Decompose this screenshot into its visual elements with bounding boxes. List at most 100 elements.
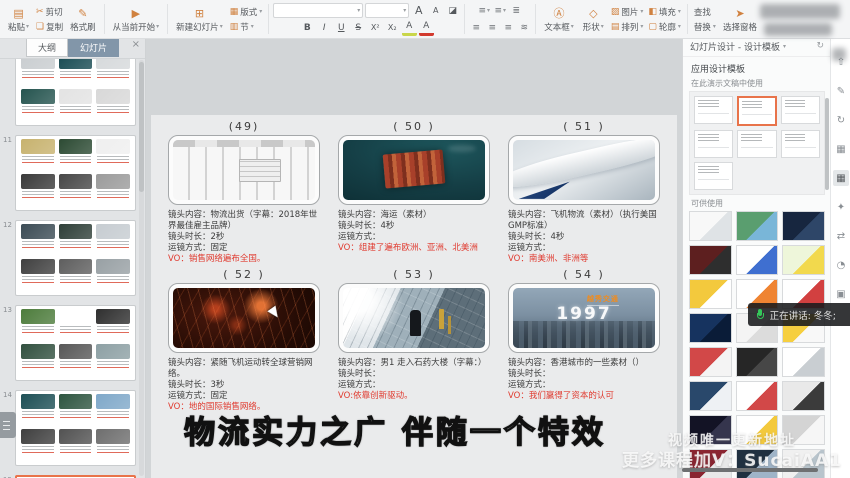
cell-content-line: 镜头内容：香港城市的一些素材（）: [508, 358, 660, 369]
template-thumbnail[interactable]: [689, 313, 732, 343]
cell-duration-line: 镜头时长：4秒: [338, 221, 490, 232]
slide-thumbnail-row: 12: [15, 220, 136, 296]
thumbnail-cell-image: [96, 224, 130, 239]
font-size-select[interactable]: ▾: [365, 3, 409, 18]
subscript-button[interactable]: X₂: [385, 21, 400, 34]
bold-button[interactable]: B: [300, 21, 315, 34]
picture-button[interactable]: ▨图片▾: [609, 5, 646, 18]
layout-button[interactable]: ▦版式▾: [228, 5, 265, 18]
textbox-button[interactable]: Ⓐ 文本框▾: [540, 6, 578, 33]
storyboard-cell[interactable]: ( 50 )镜头内容：海运（素材）镜头时长：4秒运镜方式：VO：组建了遍布欧洲、…: [329, 119, 499, 265]
template-thumbnail[interactable]: [782, 245, 825, 275]
template-thumbnail[interactable]: [689, 245, 732, 275]
slide-thumbnail[interactable]: [15, 220, 136, 296]
play-from-current-button[interactable]: ▶ 从当前开始▾: [109, 6, 164, 33]
thumbnail-cell: [59, 309, 93, 342]
template-thumbnail[interactable]: [782, 347, 825, 377]
thumbnail-cell-image: [96, 58, 130, 69]
chevron-down-icon[interactable]: ▾: [783, 43, 786, 50]
section-button[interactable]: ▥节▾: [228, 20, 265, 33]
panel-magic-icon[interactable]: ✦: [833, 199, 849, 215]
thumbnail-cell: [96, 259, 130, 292]
storyboard-cell[interactable]: ( 52 )镜头内容：紧随飞机运动转全球营销网络。镜头时长：3秒运镜方式：固定V…: [159, 267, 329, 413]
thumbnail-cell-image: [96, 309, 130, 324]
numbering-button[interactable]: ≡▾: [493, 4, 507, 17]
tab-outline[interactable]: 大纲: [26, 38, 68, 57]
align-left-button[interactable]: ≡: [469, 21, 483, 34]
storyboard-cell[interactable]: ( 53 )镜头内容：男1 走入石药大楼（字幕：）镜头时长：运镜方式：VO:依靠…: [329, 267, 499, 413]
used-template-thumbnail[interactable]: [694, 162, 733, 190]
speaking-toast: 正在讲话: 冬冬;: [748, 303, 850, 326]
used-template-thumbnail[interactable]: [694, 96, 733, 124]
play-group: ▶ 从当前开始▾: [107, 1, 166, 37]
template-thumbnail[interactable]: [689, 211, 732, 241]
align-center-button[interactable]: ≡: [485, 21, 499, 34]
panel-share-icon[interactable]: ⇧: [833, 54, 849, 70]
template-thumbnail[interactable]: [736, 211, 779, 241]
shapes-button[interactable]: ◇ 形状▾: [579, 6, 608, 33]
slide-thumbnail[interactable]: [15, 58, 136, 126]
fill-button[interactable]: ◧填充▾: [646, 5, 683, 18]
used-template-thumbnail[interactable]: [737, 130, 776, 158]
template-thumbnail[interactable]: [736, 245, 779, 275]
used-template-thumbnail[interactable]: [694, 130, 733, 158]
cut-icon: ✂: [36, 7, 44, 17]
bullets-button[interactable]: ≡▾: [477, 4, 491, 17]
panel-title: 幻灯片设计 - 设计模板: [690, 40, 780, 53]
thumbnail-cell-image: [21, 89, 55, 104]
storyboard-cell[interactable]: ( 51 )镜头内容：飞机物流（素材）（执行美国GMP标准）镜头时长：4秒运镜方…: [499, 119, 669, 265]
template-thumbnail[interactable]: [689, 347, 732, 377]
clear-format-button[interactable]: ◪: [445, 4, 460, 17]
selection-pane-button[interactable]: ➤ 选择窗格: [719, 6, 761, 33]
line-spacing-button[interactable]: ≋: [517, 21, 531, 34]
storyboard-cell[interactable]: ( 54 )越秀交通1997镜头内容：香港城市的一些素材（）镜头时长：运镜方式：…: [499, 267, 669, 413]
underline-button[interactable]: U: [334, 21, 349, 34]
template-thumbnail[interactable]: [782, 211, 825, 241]
decrease-font-button[interactable]: A: [428, 4, 443, 17]
slide-thumbnail[interactable]: [15, 135, 136, 211]
panel-image-icon[interactable]: ▣: [833, 286, 849, 302]
italic-button[interactable]: I: [317, 21, 332, 34]
used-template-thumbnail[interactable]: [737, 96, 776, 126]
replace-button[interactable]: 替换▾: [692, 20, 718, 33]
panel-swap-icon[interactable]: ⇄: [833, 228, 849, 244]
find-button[interactable]: 查找: [692, 5, 718, 18]
panel-layout-icon[interactable]: ▦: [833, 141, 849, 157]
new-slide-button[interactable]: ⊞ 新建幻灯片▾: [172, 6, 227, 33]
used-template-thumbnail[interactable]: [781, 96, 820, 124]
highlight-color-button[interactable]: A: [402, 20, 417, 36]
align-right-button[interactable]: ≡: [501, 21, 515, 34]
template-thumbnail[interactable]: [689, 279, 732, 309]
slide-thumbnail[interactable]: [15, 305, 136, 381]
cell-image-frame: [168, 283, 320, 353]
paste-button[interactable]: ▤ 粘贴▾: [4, 6, 33, 33]
panel-design-icon[interactable]: ▦: [833, 170, 849, 186]
font-name-select[interactable]: ▾: [273, 3, 363, 18]
panel-edit-icon[interactable]: ✎: [833, 83, 849, 99]
cell-text-block: 镜头内容：男1 走入石药大楼（字幕：）镜头时长：运镜方式：VO:依靠创新驱动。: [338, 358, 490, 402]
cell-number: ( 54 ): [508, 267, 660, 283]
paragraph-group: ≡▾ ≡▾ ≣ ≡ ≡ ≡ ≋: [467, 1, 533, 37]
cell-text-block: 镜头内容：香港城市的一些素材（）镜头时长：运镜方式：VO：我们赢得了资本的认可: [508, 358, 660, 402]
panel-clock-icon[interactable]: ◔: [833, 257, 849, 273]
font-color-button[interactable]: A: [419, 20, 434, 36]
panel-scrollbar[interactable]: [825, 98, 829, 190]
format-painter-button[interactable]: ✎ 格式刷: [66, 6, 100, 33]
storyboard-cell[interactable]: (49)镜头内容：物流出货（字幕：2018年世界最佳雇主品牌）镜头时长：2秒运镜…: [159, 119, 329, 265]
slide-thumbnail-row: 13: [15, 305, 136, 381]
panel-sync-icon[interactable]: ↻: [833, 112, 849, 128]
used-template-thumbnail[interactable]: [781, 130, 820, 158]
arrange-button[interactable]: ▤排列▾: [609, 20, 646, 33]
increase-font-button[interactable]: A: [411, 4, 426, 17]
strikethrough-button[interactable]: S: [351, 21, 366, 34]
tab-slides[interactable]: 幻灯片: [68, 38, 119, 57]
indent-button[interactable]: ≣: [509, 4, 523, 17]
outline-button[interactable]: ▢轮廓▾: [646, 20, 683, 33]
cut-button[interactable]: ✂剪切: [34, 5, 65, 18]
refresh-icon[interactable]: ↻: [816, 41, 824, 51]
template-thumbnail[interactable]: [736, 347, 779, 377]
thumbnail-cell: [21, 58, 55, 87]
close-icon[interactable]: ×: [132, 39, 140, 50]
superscript-button[interactable]: X²: [368, 21, 383, 34]
copy-button[interactable]: ❏复制: [34, 20, 65, 33]
